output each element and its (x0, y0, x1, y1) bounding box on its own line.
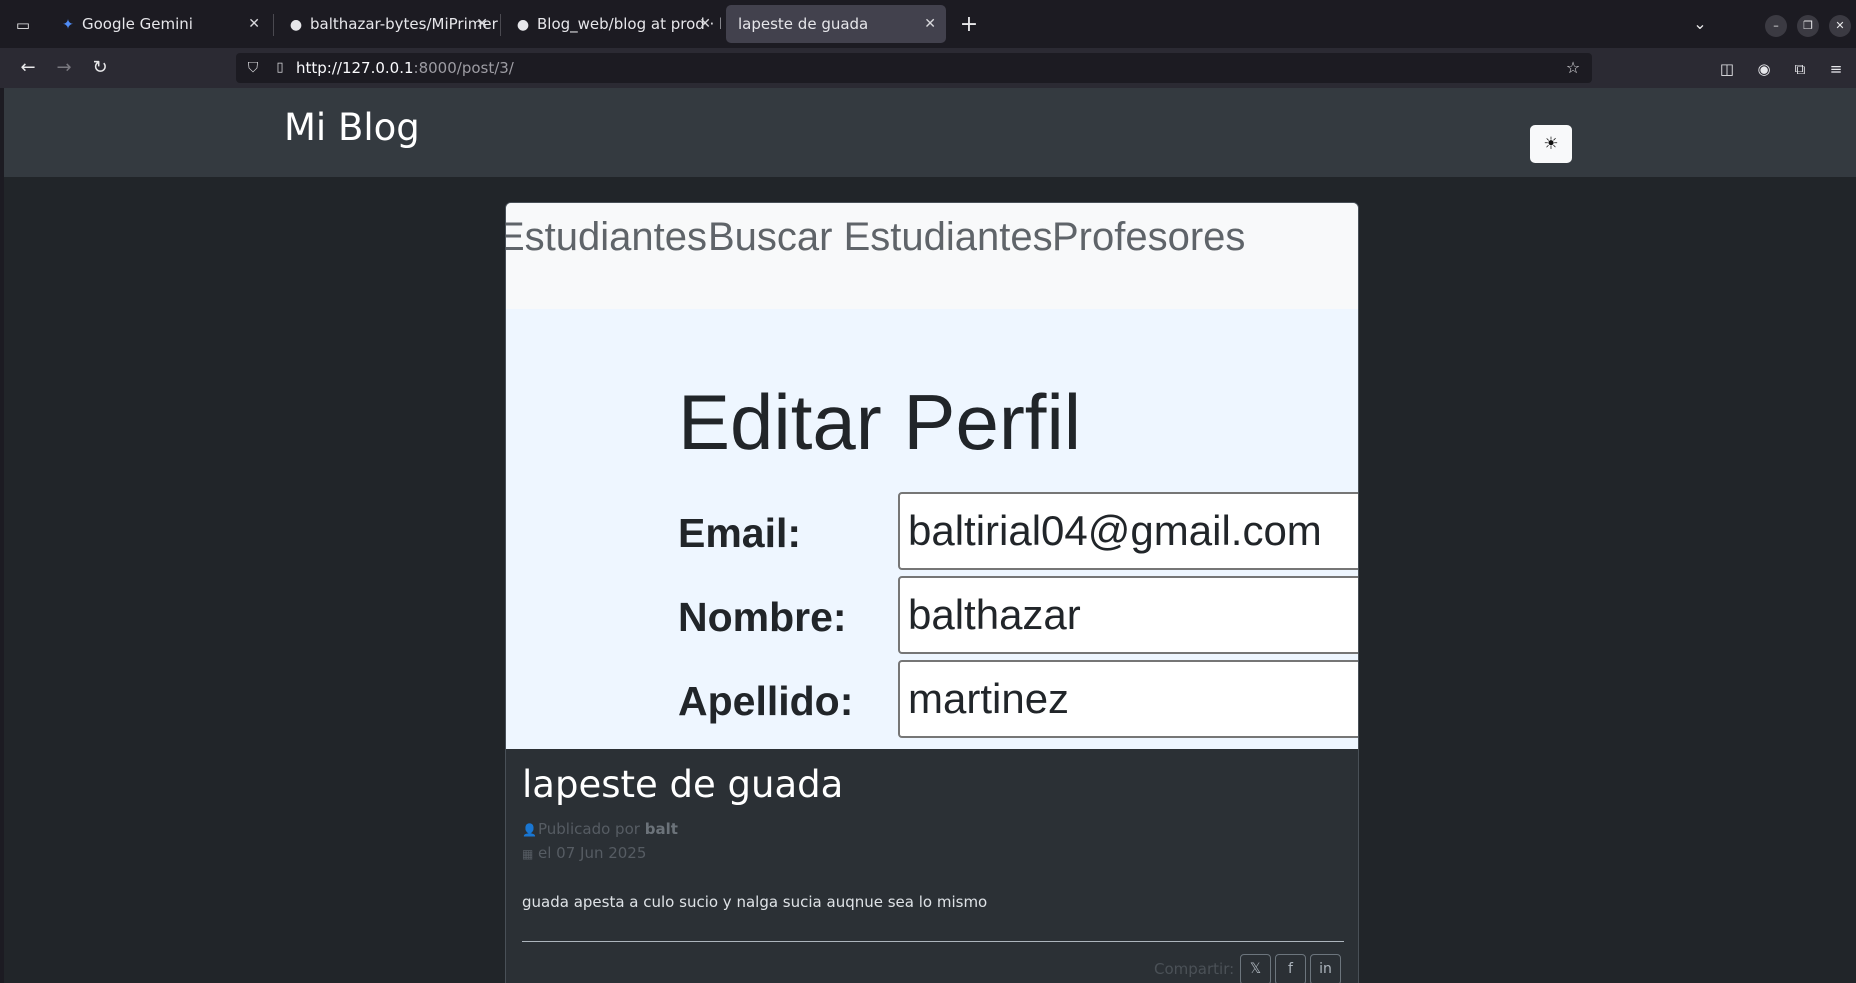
image-field-label: Nombre: (678, 594, 847, 640)
minimize-icon[interactable]: – (1765, 15, 1787, 37)
close-window-icon[interactable]: ✕ (1829, 15, 1851, 37)
tab-title: Google Gemini (82, 15, 193, 33)
tab-separator (500, 14, 501, 36)
extensions-icon[interactable]: ⧉ (1788, 57, 1812, 81)
list-all-tabs-icon[interactable]: ▭ (10, 12, 36, 38)
chevron-down-icon[interactable]: ⌄ (1687, 11, 1713, 37)
shield-icon[interactable]: ⛉ (242, 57, 264, 79)
reload-icon[interactable]: ↻ (87, 55, 113, 81)
close-tab-icon[interactable]: ✕ (924, 5, 936, 43)
image-field-value: baltirial04@gmail.com (898, 492, 1358, 570)
post-author-meta: 👤Publicado por balt (522, 820, 678, 838)
tab-github-blog-web[interactable]: ● Blog_web/blog at prod · b ✕ (503, 5, 721, 43)
post-image: Estudiantes Buscar Estudiantes Profesore… (506, 203, 1358, 749)
facebook-icon: f (1288, 961, 1293, 977)
close-tab-icon[interactable]: ✕ (248, 5, 260, 43)
divider (522, 941, 1344, 942)
site-header: Mi Blog ☀ (4, 88, 1856, 177)
image-heading: Editar Perfil (678, 378, 1082, 466)
post-title: lapeste de guada (522, 763, 844, 806)
share-facebook-button[interactable]: f (1275, 954, 1306, 983)
forward-arrow-icon[interactable]: → (51, 55, 77, 81)
image-field-label: Email: (678, 510, 802, 556)
menu-icon[interactable]: ≡ (1824, 57, 1848, 81)
image-field-value: balthazar (898, 576, 1358, 654)
address-bar[interactable]: ⛉ ▯ http://127.0.0.1:8000/post/3/ ☆ (236, 53, 1592, 83)
tab-title: balthazar-bytes/MiPrimer (310, 15, 498, 33)
browser-window: ▭ ✦ Google Gemini ✕ ● balthazar-bytes/MiPr… (0, 0, 1856, 983)
post-card: Estudiantes Buscar Estudiantes Profesore… (505, 202, 1359, 983)
pocket-icon[interactable]: ◫ (1715, 57, 1739, 81)
tab-bar: ▭ ✦ Google Gemini ✕ ● balthazar-bytes/MiPr… (0, 0, 1856, 48)
tab-google-gemini[interactable]: ✦ Google Gemini ✕ (48, 5, 270, 43)
site-brand[interactable]: Mi Blog (284, 106, 420, 149)
image-nav-item: Estudiantes (506, 215, 708, 259)
share-linkedin-button[interactable]: in (1310, 954, 1341, 983)
image-field-label: Apellido: (678, 678, 854, 724)
post-author: balt (644, 820, 678, 838)
image-nav-bar: Estudiantes Buscar Estudiantes Profesore… (506, 203, 1358, 309)
close-tab-icon[interactable]: ✕ (476, 5, 488, 43)
linkedin-icon: in (1319, 961, 1332, 977)
x-icon: 𝕏 (1249, 961, 1262, 977)
github-icon: ● (516, 17, 530, 33)
navigation-toolbar: ← → ↻ ⛉ ▯ http://127.0.0.1:8000/post/3/ … (0, 48, 1856, 88)
gemini-sparkle-icon: ✦ (62, 17, 74, 33)
published-by-label: Publicado por (538, 820, 640, 838)
tab-separator (273, 14, 274, 36)
image-nav-item: Buscar Estudiantes (708, 215, 1053, 259)
post-date: el 07 Jun 2025 (538, 844, 647, 862)
page-icon[interactable]: ▯ (269, 57, 291, 79)
back-arrow-icon[interactable]: ← (15, 55, 41, 81)
tab-title: Blog_web/blog at prod · b (537, 15, 721, 33)
image-field-value: martinez (898, 660, 1358, 738)
share-label: Compartir: (1154, 960, 1235, 978)
calendar-icon: ▦ (522, 847, 534, 861)
tab-lapeste-de-guada[interactable]: lapeste de guada ✕ (726, 5, 946, 43)
share-x-button[interactable]: 𝕏 (1240, 954, 1271, 983)
url-text[interactable]: http://127.0.0.1:8000/post/3/ (296, 53, 514, 83)
image-nav-item: Profesores (1052, 215, 1246, 259)
tab-github-miprimer[interactable]: ● balthazar-bytes/MiPrimer ✕ (276, 5, 498, 43)
restore-icon[interactable]: ❐ (1797, 15, 1819, 37)
user-icon: 👤 (522, 823, 537, 837)
page-viewport: Mi Blog ☀ Estudiantes Buscar Estudiantes… (4, 88, 1856, 983)
bookmark-star-icon[interactable]: ☆ (1562, 57, 1584, 79)
theme-toggle-button[interactable]: ☀ (1530, 125, 1572, 163)
tab-title: lapeste de guada (738, 15, 869, 33)
account-icon[interactable]: ◉ (1752, 57, 1776, 81)
post-body: guada apesta a culo sucio y nalga sucia … (522, 893, 988, 911)
post-date-meta: ▦ el 07 Jun 2025 (522, 844, 646, 862)
github-icon: ● (289, 17, 303, 33)
close-tab-icon[interactable]: ✕ (699, 5, 711, 43)
new-tab-icon[interactable]: + (955, 11, 983, 39)
